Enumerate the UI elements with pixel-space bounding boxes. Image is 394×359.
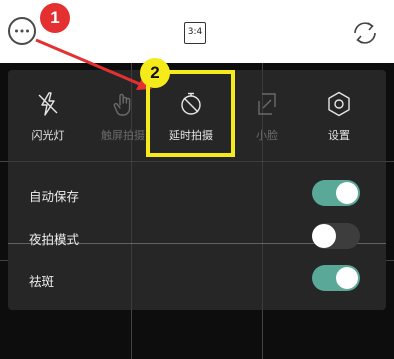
night-mode-toggle[interactable] (312, 223, 360, 249)
flash-off-icon (38, 92, 58, 116)
settings-gear-icon (328, 91, 350, 117)
switch-camera-icon[interactable] (350, 18, 380, 48)
grid-line (8, 161, 386, 162)
aspect-ratio-button[interactable]: 3:4 (184, 22, 206, 44)
freckle-removal-label: 祛斑 (29, 274, 55, 289)
toggle-knob (336, 267, 358, 289)
flash-tool-label: 闪光灯 (31, 129, 65, 142)
freckle-removal-toggle[interactable] (312, 265, 360, 291)
auto-save-label: 自动保存 (29, 189, 80, 204)
touch-hand-icon (113, 93, 131, 116)
step-badge-1: 1 (40, 3, 70, 33)
night-mode-label: 夜拍模式 (29, 232, 80, 247)
settings-tool-label: 设置 (328, 129, 350, 142)
flash-tool-button[interactable]: 闪光灯 (15, 88, 81, 148)
slim-face-tool-label: 小脸 (256, 129, 278, 142)
slim-face-tool-button[interactable]: 小脸 (234, 88, 300, 148)
settings-tool-button[interactable]: 设置 (306, 88, 372, 148)
more-options-button[interactable] (8, 17, 36, 45)
more-horizontal-icon (15, 29, 29, 33)
slim-face-icon (258, 93, 276, 115)
step-badge-2: 2 (140, 58, 170, 88)
toggle-knob (312, 224, 336, 248)
auto-save-toggle[interactable] (312, 180, 360, 206)
toggle-knob (336, 182, 358, 204)
